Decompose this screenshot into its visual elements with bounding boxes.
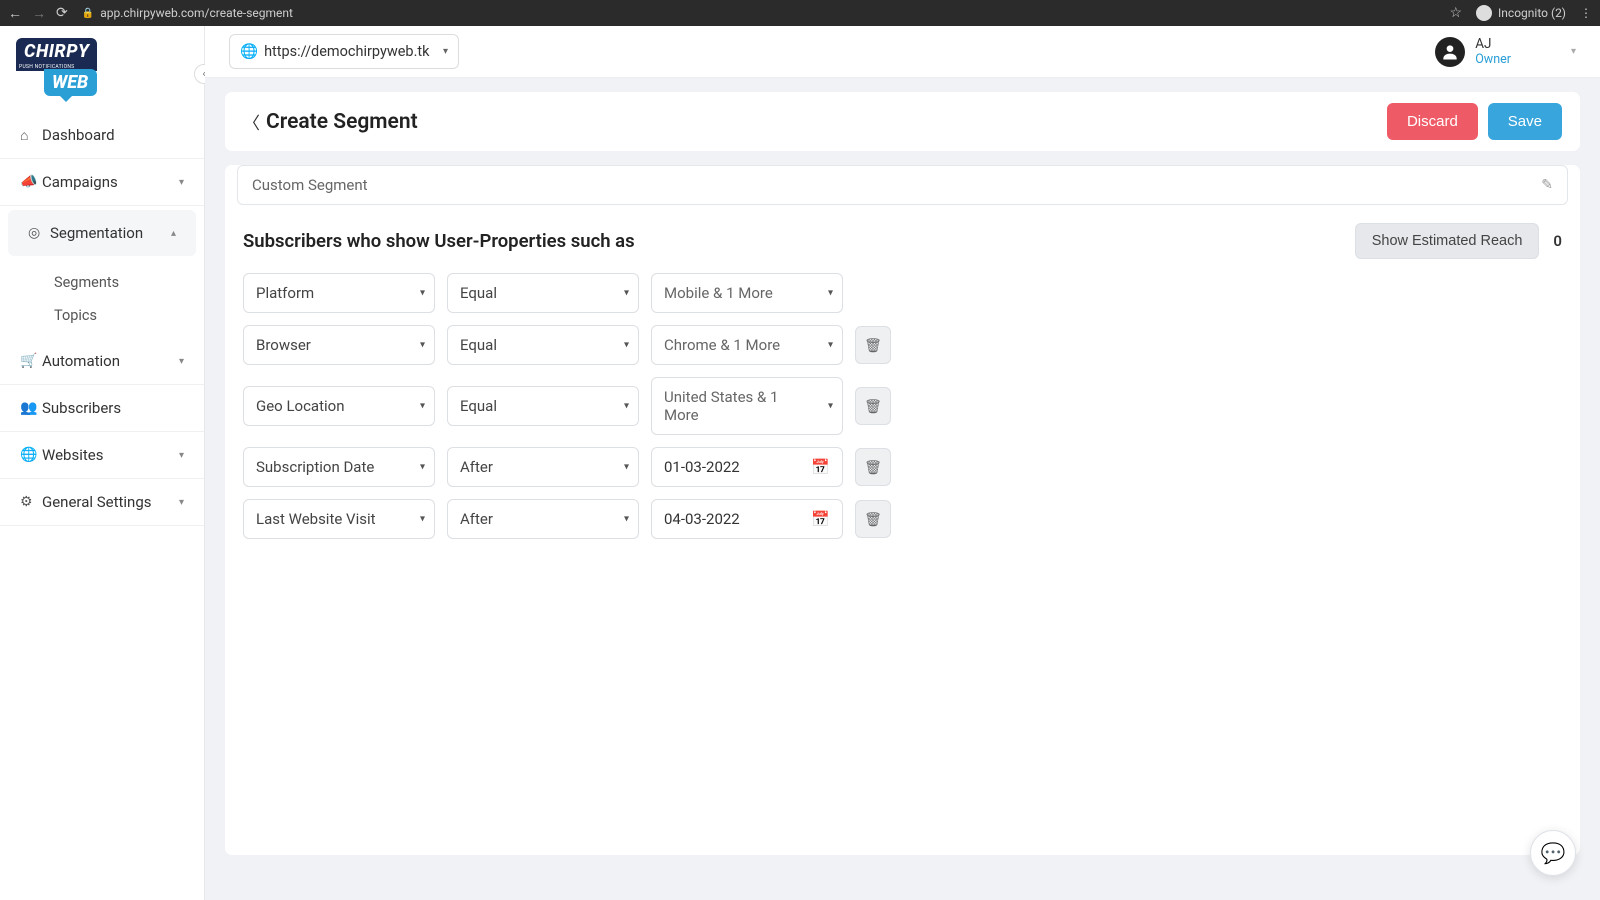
rule-date-input[interactable]: 01-03-2022📅 [651,447,843,487]
websites-icon: 🌐 [20,447,42,463]
segmentation-icon: ◎ [28,225,50,241]
chevron-down-icon: ▾ [443,46,448,57]
browser-forward-icon[interactable]: → [32,5,46,22]
sidebar-item-label: Segmentation [50,224,143,242]
sidebar-item-automation[interactable]: 🛒Automation ▾ [0,338,204,385]
chevron-down-icon: ▾ [179,497,184,508]
sidebar-item-segmentation[interactable]: ◎Segmentation ▴ [8,210,196,256]
rule-operator-select[interactable]: Equal [447,386,639,426]
campaigns-icon: 📣 [20,174,42,190]
rules-heading: Subscribers who show User-Properties suc… [243,230,635,252]
rule-row: Subscription Date▾After▾01-03-2022📅🗑 [243,447,1562,487]
rule-operator-select[interactable]: After [447,499,639,539]
calendar-icon: 📅 [811,458,830,476]
trash-icon: 🗑 [864,511,882,528]
rule-operator-select[interactable]: After [447,447,639,487]
globe-icon: 🌐 [240,43,258,60]
trash-icon: 🗑 [864,337,882,354]
browser-chrome: ← → ⟳ 🔒 app.chirpyweb.com/create-segment… [0,0,1600,26]
sidebar-item-label: General Settings [42,493,152,511]
rule-date-input[interactable]: 04-03-2022📅 [651,499,843,539]
delete-rule-button[interactable]: 🗑 [855,326,891,364]
site-selector[interactable]: 🌐 https://demochirpyweb.tk ▾ [229,34,459,69]
sidebar: ‹ CHIRPY PUSH NOTIFICATIONS WEB ⌂Dashboa… [0,26,205,900]
browser-menu-icon[interactable]: ⋮ [1580,6,1592,20]
user-avatar-icon [1435,37,1465,67]
brand-logo[interactable]: CHIRPY PUSH NOTIFICATIONS WEB [0,26,204,106]
discard-button[interactable]: Discard [1387,103,1478,140]
chevron-up-icon: ▴ [171,228,176,239]
incognito-icon [1476,5,1492,21]
rule-row: Last Website Visit▾After▾04-03-2022📅🗑 [243,499,1562,539]
rule-value-select[interactable]: Mobile & 1 More [651,273,843,313]
rule-operator-select[interactable]: Equal [447,325,639,365]
delete-rule-button[interactable]: 🗑 [855,500,891,538]
chevron-down-icon: ▾ [179,356,184,367]
edit-icon[interactable]: ✎ [1541,177,1553,193]
sidebar-item-subscribers[interactable]: 👥Subscribers [0,385,204,432]
chevron-down-icon: ▾ [179,450,184,461]
estimated-reach-count: 0 [1553,232,1562,250]
page-header: 〈 Create Segment Discard Save [225,92,1580,151]
chevron-down-icon: ▾ [179,177,184,188]
chat-fab[interactable]: 💬 [1530,830,1576,876]
general-settings-icon: ⚙ [20,494,42,510]
sidebar-subitem-segments[interactable]: Segments [54,266,204,299]
rule-row: Platform▾Equal▾Mobile & 1 More▾ [243,273,1562,313]
page-title: Create Segment [266,110,418,134]
rule-property-select[interactable]: Geo Location [243,386,435,426]
lock-icon: 🔒 [82,8,94,19]
rule-property-select[interactable]: Subscription Date [243,447,435,487]
user-menu[interactable]: AJ Owner ▾ [1435,36,1576,67]
browser-reload-icon[interactable]: ⟳ [56,5,68,21]
automation-icon: 🛒 [20,353,42,369]
sidebar-item-general-settings[interactable]: ⚙General Settings ▾ [0,479,204,526]
chat-bubble-icon: 💬 [1541,841,1566,865]
sidebar-item-campaigns[interactable]: 📣Campaigns ▾ [0,159,204,206]
rule-property-select[interactable]: Platform [243,273,435,313]
user-role: Owner [1475,52,1511,67]
rule-property-select[interactable]: Browser [243,325,435,365]
delete-rule-button[interactable]: 🗑 [855,448,891,486]
rule-value-select[interactable]: United States & 1 More [651,377,843,435]
segment-name-placeholder: Custom Segment [252,176,368,194]
segment-name-input[interactable]: Custom Segment ✎ [237,165,1568,205]
back-chevron-icon[interactable]: 〈 [243,109,260,134]
sidebar-item-label: Subscribers [42,399,121,417]
site-url: https://demochirpyweb.tk [264,43,429,60]
chevron-down-icon: ▾ [1571,46,1576,57]
sidebar-item-websites[interactable]: 🌐Websites ▾ [0,432,204,479]
rule-row: Browser▾Equal▾Chrome & 1 More▾🗑 [243,325,1562,365]
rule-value-select[interactable]: Chrome & 1 More [651,325,843,365]
delete-rule-button[interactable]: 🗑 [855,387,891,425]
incognito-badge: Incognito (2) [1476,5,1566,21]
subscribers-icon: 👥 [20,400,42,416]
save-button[interactable]: Save [1488,103,1562,140]
segment-card: Custom Segment ✎ Subscribers who show Us… [225,165,1580,855]
calendar-icon: 📅 [811,510,830,528]
bookmark-star-icon[interactable]: ☆ [1449,5,1462,21]
user-name: AJ [1475,36,1511,52]
sidebar-item-label: Campaigns [42,173,118,191]
sidebar-item-label: Dashboard [42,126,115,144]
sidebar-item-label: Websites [42,446,103,464]
trash-icon: 🗑 [864,459,882,476]
sidebar-subitem-topics[interactable]: Topics [54,299,204,332]
rule-operator-select[interactable]: Equal [447,273,639,313]
trash-icon: 🗑 [864,398,882,415]
rule-property-select[interactable]: Last Website Visit [243,499,435,539]
topbar: 🌐 https://demochirpyweb.tk ▾ AJ Owner ▾ [205,26,1600,78]
dashboard-icon: ⌂ [20,127,42,144]
sidebar-item-dashboard[interactable]: ⌂Dashboard [0,112,204,159]
rule-row: Geo Location▾Equal▾United States & 1 Mor… [243,377,1562,435]
browser-url[interactable]: app.chirpyweb.com/create-segment [100,6,293,20]
browser-back-icon[interactable]: ← [8,5,22,22]
sidebar-item-label: Automation [42,352,120,370]
estimated-reach-button[interactable]: Show Estimated Reach [1355,223,1540,259]
